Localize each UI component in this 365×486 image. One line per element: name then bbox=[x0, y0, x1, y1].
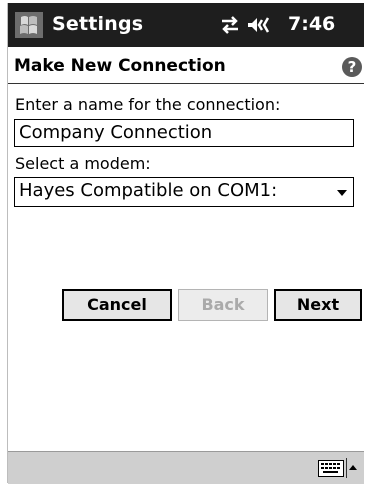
page-title: Make New Connection bbox=[14, 56, 226, 76]
sip-arrow-icon[interactable] bbox=[349, 465, 357, 470]
device-screen: Settings 7:46 Make New Connection ? Ente… bbox=[7, 3, 364, 484]
cancel-button[interactable]: Cancel bbox=[62, 289, 172, 321]
title-bar: Settings 7:46 bbox=[8, 3, 364, 47]
help-icon[interactable]: ? bbox=[342, 57, 362, 77]
modem-label: Select a modem: bbox=[15, 154, 151, 173]
clock[interactable]: 7:46 bbox=[288, 13, 335, 35]
modem-select-value: Hayes Compatible on COM1: bbox=[19, 180, 278, 201]
sip-divider bbox=[346, 458, 347, 478]
connectivity-icon[interactable] bbox=[220, 12, 280, 38]
start-menu-icon[interactable] bbox=[14, 11, 44, 39]
modem-select[interactable]: Hayes Compatible on COM1: bbox=[14, 177, 354, 207]
chevron-down-icon[interactable] bbox=[337, 190, 347, 196]
app-title: Settings bbox=[52, 13, 144, 35]
back-button[interactable]: Back bbox=[178, 289, 268, 321]
keyboard-icon[interactable] bbox=[318, 460, 344, 477]
speaker-icon[interactable] bbox=[248, 17, 270, 33]
page-header: Make New Connection ? bbox=[8, 47, 364, 84]
connection-name-input[interactable]: Company Connection bbox=[14, 119, 354, 147]
connection-name-label: Enter a name for the connection: bbox=[15, 95, 281, 114]
menu-bar bbox=[8, 451, 364, 484]
next-button[interactable]: Next bbox=[274, 289, 362, 321]
